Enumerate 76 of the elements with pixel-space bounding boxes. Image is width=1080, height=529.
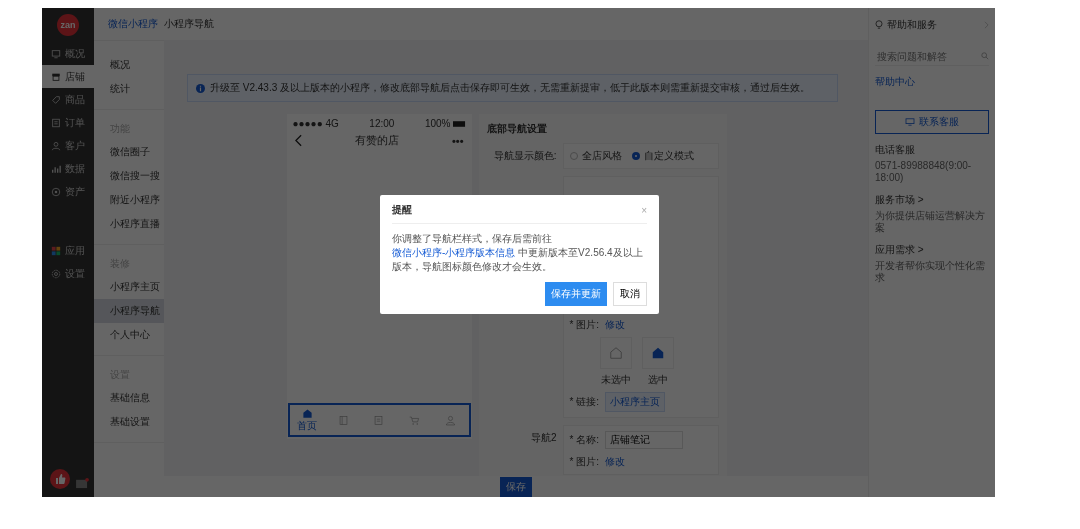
cart-icon: [409, 414, 421, 426]
monitor-icon: [905, 118, 915, 126]
nav-item[interactable]: 附近小程序: [94, 188, 164, 212]
store-icon: [51, 71, 61, 82]
dialog-message: 你调整了导航栏样式，保存后需前往 微信小程序-小程序版本信息 中更新版本至V2.56.4及以上版本，导航图标颜色修改才会生效。: [392, 232, 644, 274]
document-icon: [373, 414, 385, 426]
document-icon: [51, 117, 61, 128]
nav-item[interactable]: 统计: [94, 77, 164, 101]
edit-link[interactable]: 修改: [604, 455, 625, 469]
edit-link[interactable]: 修改: [604, 318, 625, 332]
nav-item[interactable]: 基础信息: [94, 386, 164, 410]
section-title[interactable]: 电话客服: [875, 143, 989, 157]
field-label: 导航2: [529, 431, 557, 445]
house-icon: [650, 346, 665, 360]
nav-item[interactable]: 微信圈子: [94, 140, 164, 164]
field-label: * 名称:: [569, 433, 599, 447]
nav-item[interactable]: 小程序主页: [94, 275, 164, 299]
field-label: * 图片:: [569, 455, 599, 469]
coin-icon: [51, 186, 61, 197]
icon-tile[interactable]: [641, 337, 674, 369]
person-icon: [51, 140, 61, 151]
gear-icon: [51, 268, 61, 279]
nav-item[interactable]: 小程序直播: [94, 212, 164, 236]
save-update-button[interactable]: 保存并更新: [545, 282, 607, 306]
settings-title: 底部导航设置: [486, 122, 548, 136]
field-label: * 链接:: [569, 395, 599, 409]
house-icon: [301, 407, 313, 419]
nav-item[interactable]: 个人中心: [94, 323, 164, 347]
book-icon: [337, 414, 349, 426]
dialog-title: 提醒: [392, 203, 412, 217]
info-icon: [196, 83, 205, 93]
person-icon: [445, 414, 457, 426]
nav-item[interactable]: 基础设置: [94, 410, 164, 434]
nav-item[interactable]: 概况: [94, 53, 164, 77]
link-tag[interactable]: 小程序主页: [604, 392, 665, 412]
page-title: 有赞的店: [354, 133, 399, 148]
nav-item[interactable]: 小程序导航: [94, 299, 164, 323]
icon-tile[interactable]: [599, 337, 632, 369]
lightbulb-icon: [875, 20, 883, 30]
bar-chart-icon: [51, 163, 61, 174]
field-label: * 图片:: [569, 318, 599, 332]
save-button[interactable]: 保存: [500, 476, 532, 497]
version-info-link[interactable]: 微信小程序-小程序版本信息: [392, 247, 516, 258]
battery-icon: [452, 120, 466, 127]
search-icon[interactable]: [981, 52, 989, 60]
cancel-button[interactable]: 取消: [613, 282, 647, 306]
clock-text: 12:00: [369, 118, 395, 129]
contact-button[interactable]: 联系客服: [875, 110, 989, 134]
section-text: 0571-89988848(9:00-18:00): [875, 160, 973, 184]
help-title: 帮助和服务: [887, 18, 937, 32]
help-center-link[interactable]: 帮助中心: [875, 75, 989, 89]
tile-caption: 选中: [647, 373, 668, 387]
tag-icon: [51, 94, 61, 105]
message-icon[interactable]: [76, 478, 89, 489]
field-label: 导航显示颜色:: [492, 149, 557, 163]
house-outline-icon: [608, 346, 623, 360]
breadcrumb-current: 小程序导航: [164, 17, 214, 31]
logo[interactable]: zan: [57, 14, 79, 36]
sidebar-item[interactable]: 店铺: [42, 65, 94, 88]
battery-text: 100%: [424, 118, 451, 129]
section-title[interactable]: 应用需求 >: [875, 243, 989, 257]
tab[interactable]: 首页: [289, 405, 326, 435]
close-icon[interactable]: ×: [641, 204, 647, 216]
tile-caption: 未选中: [600, 373, 631, 387]
radio-option[interactable]: 全店风格: [569, 149, 622, 163]
grid-icon: [51, 245, 61, 256]
breadcrumb-link[interactable]: 微信小程序: [108, 17, 158, 31]
more-icon[interactable]: •••: [451, 134, 464, 147]
radio-option[interactable]: 自定义模式: [631, 149, 694, 163]
back-icon[interactable]: [294, 134, 302, 147]
signal-text: ●●●●● 4G: [292, 118, 339, 129]
tab-bar[interactable]: 首页: [287, 403, 471, 437]
section-title[interactable]: 服务市场 >: [875, 193, 989, 207]
monitor-icon: [51, 48, 61, 59]
thumbs-up-icon[interactable]: [50, 469, 70, 489]
name-input[interactable]: 店铺笔记: [604, 431, 683, 449]
